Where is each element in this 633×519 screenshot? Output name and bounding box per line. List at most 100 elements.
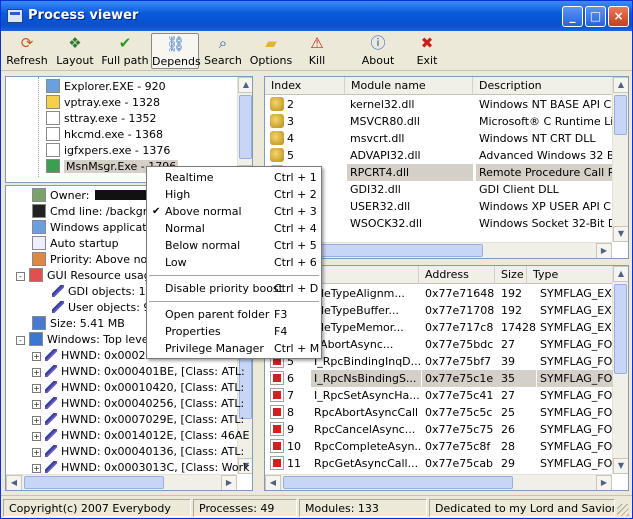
toolbar-button-kill[interactable]: ⚠ Kill (298, 33, 336, 69)
status-dedication: Dedicated to my Lord and Savior Jes (429, 499, 615, 517)
scroll-right-arrow-icon[interactable]: ▶ (596, 243, 612, 258)
scroll-thumb[interactable] (239, 95, 252, 159)
maximize-button[interactable]: □ (585, 6, 606, 27)
expand-icon[interactable]: + (32, 368, 41, 377)
module-row[interactable]: 3 MSVCR80.dll Microsoft® C Runtime Libra (265, 113, 612, 130)
toolbar-button-layout[interactable]: ❖ Layout (54, 33, 96, 69)
details-item[interactable]: - GUI Resource usag (16, 267, 151, 284)
scroll-up-arrow-icon[interactable]: ▲ (238, 77, 252, 93)
menu-item-properties[interactable]: Properties F4 (147, 323, 321, 340)
function-row[interactable]: 6 I_RpcNsBindingS... 0x77e75c1e 35 SYMFLAG_F… (265, 370, 613, 387)
scroll-down-arrow-icon[interactable]: ▼ (613, 458, 628, 474)
menu-item-open-parent-folder[interactable]: Open parent folder F3 (147, 306, 321, 323)
function-row[interactable]: 11 RpcGetAsyncCall... 0x77e75cab 29 SYMFLAG_… (265, 455, 612, 472)
menu-item-high[interactable]: High Ctrl + 2 (147, 186, 321, 203)
scroll-left-arrow-icon[interactable]: ◀ (6, 475, 22, 490)
module-row[interactable]: 5 ADVAPI32.dll Advanced Windows 32 Bas (265, 147, 612, 164)
scroll-left-arrow-icon[interactable]: ◀ (265, 475, 281, 490)
menu-item-realtime[interactable]: Realtime Ctrl + 1 (147, 169, 321, 186)
column-header[interactable]: Size (495, 266, 527, 284)
details-item[interactable]: + HWND: 0x0002 (32, 347, 146, 364)
toolbar-button-search[interactable]: ⌕ Search (201, 33, 245, 69)
menu-item-low[interactable]: Low Ctrl + 6 (147, 254, 321, 271)
column-header[interactable]: Type (527, 266, 623, 284)
details-item[interactable]: Priority: Above norm (32, 251, 162, 268)
module-cell-text: RPCRT4.dll (350, 166, 410, 179)
column-header[interactable]: Module name (345, 77, 473, 95)
details-item[interactable]: + HWND: 0x0014012E, [Class: 46AE (32, 427, 249, 444)
details-item[interactable]: + HWND: 0x00040256, [Class: ATL: (32, 395, 244, 412)
functions-horizontal-scrollbar[interactable]: ◀ ▶ (265, 474, 612, 490)
column-header[interactable]: Address (419, 266, 495, 284)
function-row[interactable]: 10 RpcCompleteAsyn... 0x77e75c8f 28 SYMFLAG_… (265, 438, 612, 455)
expand-icon[interactable]: + (32, 400, 41, 409)
toolbar-button-refresh[interactable]: ⟳ Refresh (4, 33, 50, 69)
minimize-button[interactable]: _ (562, 6, 583, 27)
details-item[interactable]: Size: 5.41 MB (32, 315, 125, 332)
details-item[interactable]: User objects: 90 (52, 299, 157, 316)
details-item[interactable]: + HWND: 0x000401BE, [Class: ATL: (32, 363, 245, 380)
collapse-icon[interactable]: - (16, 272, 25, 281)
expand-icon[interactable]: + (32, 464, 41, 473)
details-item[interactable]: Owner: (32, 187, 165, 204)
process-item[interactable]: vptray.exe - 1328 (46, 94, 160, 111)
expand-icon[interactable]: + (32, 432, 41, 441)
details-item[interactable]: + HWND: 0x00040136, [Class: ATL: (32, 443, 244, 460)
details-item[interactable]: + HWND: 0x00010420, [Class: ATL: (32, 379, 244, 396)
scroll-thumb[interactable] (283, 476, 513, 489)
details-horizontal-scrollbar[interactable]: ◀ ▶ (6, 474, 237, 490)
function-row[interactable]: 9 RpcCancelAsync... 0x77e75c75 26 SYMFLAG_FO (265, 421, 612, 438)
function-cell-text: I_RpcBindingInqD... (314, 355, 421, 368)
checkmark-icon: ✔ (152, 206, 161, 217)
function-row[interactable]: 8 RpcAbortAsyncCall 0x77e75c5c 25 SYMFLAG_FO (265, 404, 612, 421)
expand-icon[interactable]: + (32, 384, 41, 393)
scroll-thumb[interactable] (24, 476, 164, 489)
scroll-right-arrow-icon[interactable]: ▶ (221, 475, 237, 490)
expand-icon[interactable]: + (32, 448, 41, 457)
function-row[interactable]: 7 I_RpcSetAsyncHa... 0x77e75c41 27 SYMFLAG_F… (265, 387, 612, 404)
expand-icon[interactable]: + (32, 416, 41, 425)
process-item[interactable]: hkcmd.exe - 1368 (46, 126, 163, 143)
scroll-up-arrow-icon[interactable]: ▲ (613, 266, 628, 282)
toolbar-button-about[interactable]: ⓘ About (353, 33, 403, 69)
module-row[interactable]: 2 kernel32.dll Windows NT BASE API Clie (265, 96, 612, 113)
functions-vertical-scrollbar[interactable]: ▲ ▼ (612, 266, 628, 474)
column-header[interactable]: Index (265, 77, 345, 95)
function-cell-text: pleTypeAlignm... (314, 287, 405, 300)
details-item[interactable]: Auto startup (32, 235, 119, 252)
modules-vertical-scrollbar[interactable]: ▲ ▼ (612, 77, 628, 242)
toolbar-button-full-path[interactable]: ✔ Full path (100, 33, 150, 69)
process-item[interactable]: igfxpers.exe - 1376 (46, 142, 170, 159)
scroll-up-arrow-icon[interactable]: ▲ (613, 77, 628, 93)
function-cell-text: 0x77e717c8 (425, 321, 494, 334)
details-item[interactable]: + HWND: 0x0007029E, [Class: ATL: (32, 411, 244, 428)
details-item[interactable]: + HWND: 0x0003013C, [Class: Work (32, 459, 250, 476)
menu-item-disable-priority-boost[interactable]: Disable priority boost Ctrl + D (147, 280, 321, 297)
scroll-right-arrow-icon[interactable]: ▶ (596, 475, 612, 490)
toolbar-button-exit[interactable]: ✖ Exit (409, 33, 445, 69)
menu-item-below-normal[interactable]: Below normal Ctrl + 5 (147, 237, 321, 254)
details-item[interactable]: - Windows: Top level (16, 331, 152, 348)
process-item[interactable]: sttray.exe - 1352 (46, 110, 157, 127)
process-item[interactable]: Explorer.EXE - 920 (46, 78, 166, 95)
details-item[interactable]: Windows applicatio (32, 219, 156, 236)
scroll-down-arrow-icon[interactable]: ▼ (613, 226, 628, 242)
menu-item-normal[interactable]: Normal Ctrl + 4 (147, 220, 321, 237)
module-row[interactable]: 4 msvcrt.dll Windows NT CRT DLL (265, 130, 612, 147)
column-header[interactable]: Description (473, 77, 613, 95)
title-bar[interactable]: Process viewer _ □ × (1, 1, 632, 31)
scroll-thumb[interactable] (614, 95, 627, 135)
details-item[interactable]: Cmd line: /backgrou (32, 203, 161, 220)
process-name: hkcmd.exe - 1368 (64, 128, 164, 141)
toolbar-button-depends[interactable]: ⛓ Depends (151, 33, 201, 69)
menu-item-above-normal[interactable]: ✔ Above normal Ctrl + 3 (147, 203, 321, 220)
resize-grip[interactable] (617, 504, 629, 516)
expand-icon[interactable]: + (32, 352, 41, 361)
function-cell: cAbortAsync... (311, 336, 421, 353)
menu-item-privilege-manager[interactable]: Privilege Manager Ctrl + M (147, 340, 321, 357)
details-item[interactable]: GDI objects: 18 (52, 283, 153, 300)
close-button[interactable]: × (608, 6, 629, 27)
scroll-thumb[interactable] (614, 284, 627, 374)
collapse-icon[interactable]: - (16, 336, 25, 345)
toolbar-button-options[interactable]: ▰ Options (248, 33, 294, 69)
